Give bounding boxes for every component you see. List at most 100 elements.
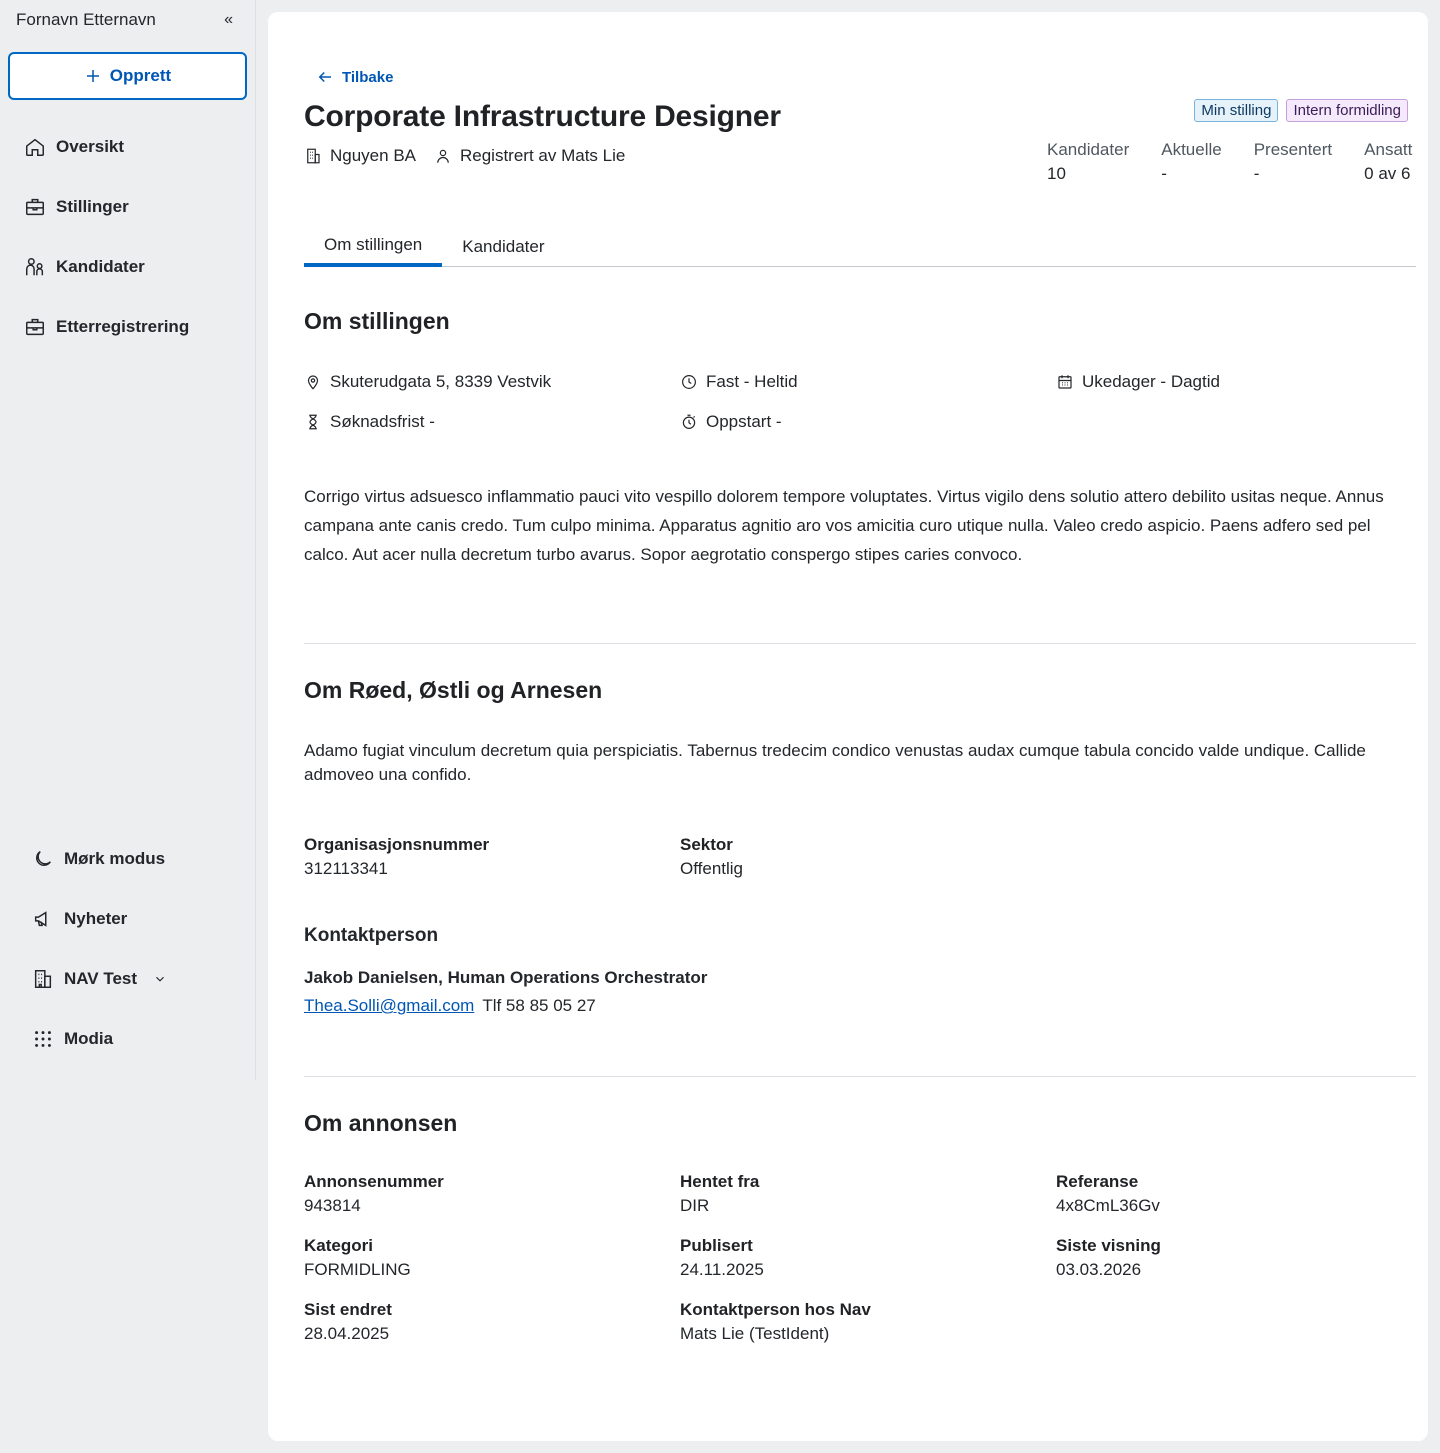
office-selector[interactable]: NAV Test xyxy=(32,956,167,1002)
field-value: 28.04.2025 xyxy=(304,1324,390,1343)
field-label: Kategori xyxy=(304,1236,373,1255)
clock-icon xyxy=(682,375,696,389)
info-row: Søknadsfrist - Oppstart - xyxy=(304,402,1434,442)
nav-item-label: Kandidater xyxy=(56,257,145,276)
stat-aktuelle: Aktuelle - xyxy=(1161,140,1221,184)
office-label: NAV Test xyxy=(64,969,138,988)
stat-value: 10 xyxy=(1047,164,1066,183)
collapse-sidebar-icon[interactable]: « xyxy=(224,12,233,28)
deadline-text: Søknadsfrist - xyxy=(330,412,435,431)
briefcase-icon xyxy=(26,198,44,216)
main-card: Tilbake Corporate Infrastructure Designe… xyxy=(268,12,1428,1441)
contact-name: Jakob Danielsen, Human Operations Orches… xyxy=(304,968,708,987)
contact-details: Thea.Solli@gmail.com Tlf 58 85 05 27 xyxy=(304,996,596,1016)
start-text: Oppstart - xyxy=(706,412,782,431)
ad-number-field: Annonsenummer 943814 xyxy=(304,1172,680,1236)
section-heading-position: Om stillingen xyxy=(304,308,450,334)
employment-info: Fast - Heltid xyxy=(680,372,1056,392)
nav-item-kandidater[interactable]: Kandidater xyxy=(24,244,189,290)
stat-value: - xyxy=(1253,164,1260,183)
job-meta: Nguyen BA Registrert av Mats Lie xyxy=(304,146,625,166)
dark-mode-toggle[interactable]: Mørk modus xyxy=(32,836,167,882)
chevron-down-icon xyxy=(156,976,164,982)
main-nav: Oversikt Stillinger Kandidater Etterregi… xyxy=(24,124,189,364)
moon-icon xyxy=(36,851,51,866)
stat-label: Ansatt xyxy=(1364,140,1413,159)
create-button[interactable]: Opprett xyxy=(8,52,247,100)
contact-email-link[interactable]: Thea.Solli@gmail.com xyxy=(304,996,474,1016)
tag-min-stilling: Min stilling xyxy=(1194,99,1279,122)
section-heading-ad: Om annonsen xyxy=(304,1110,458,1136)
arrow-left-icon xyxy=(318,71,331,83)
last-changed-field: Sist endret 28.04.2025 xyxy=(304,1300,680,1364)
start-info: Oppstart - xyxy=(680,412,1056,432)
position-info: Skuterudgata 5, 8339 Vestvik Fast - Helt… xyxy=(304,362,1434,442)
calendar-icon xyxy=(1058,375,1072,389)
schedule-info: Ukedager - Dagtid xyxy=(1056,372,1432,392)
contact-heading: Kontaktperson xyxy=(304,925,439,946)
field-label: Referanse xyxy=(1056,1172,1139,1191)
tag-intern-formidling: Intern formidling xyxy=(1286,99,1408,122)
field-value: 03.03.2026 xyxy=(1056,1260,1142,1279)
field-label: Siste visning xyxy=(1056,1236,1161,1255)
news-button[interactable]: Nyheter xyxy=(32,896,167,942)
registered-by-meta: Registrert av Mats Lie xyxy=(434,146,625,166)
field-label: Hentet fra xyxy=(680,1172,760,1191)
nav-item-stillinger[interactable]: Stillinger xyxy=(24,184,189,230)
home-icon xyxy=(26,138,44,156)
modia-label: Modia xyxy=(64,1029,114,1048)
stat-label: Kandidater xyxy=(1047,140,1130,159)
field-label: Organisasjonsnummer xyxy=(304,835,490,854)
nav-item-label: Oversikt xyxy=(56,137,125,156)
nav-item-label: Etterregistrering xyxy=(56,317,190,336)
field-value: 312113341 xyxy=(304,859,388,878)
employment-text: Fast - Heltid xyxy=(706,372,798,391)
field-value: Offentlig xyxy=(680,859,744,878)
news-label: Nyheter xyxy=(64,909,128,928)
address-info: Skuterudgata 5, 8339 Vestvik xyxy=(304,372,680,392)
candidate-stats: Kandidater 10 Aktuelle - Presentert - An… xyxy=(1047,140,1412,184)
megaphone-icon xyxy=(34,911,47,927)
source-field: Hentet fra DIR xyxy=(680,1172,1056,1236)
nav-item-etterregistrering[interactable]: Etterregistrering xyxy=(24,304,189,350)
nav-item-oversikt[interactable]: Oversikt xyxy=(24,124,189,170)
divider xyxy=(304,1076,1416,1077)
stat-kandidater: Kandidater 10 xyxy=(1047,140,1129,184)
field-value: 4x8CmL36Gv xyxy=(1056,1196,1160,1215)
nav-contact-field: Kontaktperson hos Nav Mats Lie (TestIden… xyxy=(680,1300,1056,1364)
field-label: Sist endret xyxy=(304,1300,392,1319)
field-label: Sektor xyxy=(680,835,733,854)
tab-bar: Om stillingen Kandidater xyxy=(304,226,1416,267)
stat-value: - xyxy=(1161,164,1167,183)
registered-by: Registrert av Mats Lie xyxy=(460,146,626,165)
field-value: 24.11.2025 xyxy=(680,1260,764,1279)
location-pin-icon xyxy=(307,375,319,390)
schedule-text: Ukedager - Dagtid xyxy=(1082,372,1220,391)
sidebar-bottom: Mørk modus Nyheter NAV Test Modia xyxy=(32,836,167,1076)
field-label: Publisert xyxy=(680,1236,753,1255)
person-icon xyxy=(437,149,449,163)
user-name: Fornavn Etternavn xyxy=(16,10,156,29)
employer-fields: Organisasjonsnummer 312113341 Sektor Off… xyxy=(304,835,1434,899)
stopwatch-icon xyxy=(682,414,696,429)
field-label: Annonsenummer xyxy=(304,1172,444,1191)
nav-item-label: Stillinger xyxy=(56,197,129,216)
sector-field: Sektor Offentlig xyxy=(680,835,1056,899)
plus-icon xyxy=(86,70,99,82)
tab-kandidater[interactable]: Kandidater xyxy=(442,226,564,267)
create-button-label: Opprett xyxy=(109,66,172,85)
employer-description: Adamo fugiat vinculum decretum quia pers… xyxy=(304,741,1366,784)
field-value: DIR xyxy=(680,1196,710,1215)
briefcase-icon xyxy=(26,318,44,336)
modia-link[interactable]: Modia xyxy=(32,1016,167,1062)
buildings-icon xyxy=(34,970,52,988)
stat-label: Presentert xyxy=(1253,140,1333,159)
reference-field: Referanse 4x8CmL36Gv xyxy=(1056,1172,1432,1236)
deadline-info: Søknadsfrist - xyxy=(304,412,680,432)
employer-meta: Nguyen BA xyxy=(304,146,416,166)
stat-ansatt: Ansatt 0 av 6 xyxy=(1364,140,1412,184)
tag-list: Min stilling Intern formidling xyxy=(1194,99,1408,122)
published-field: Publisert 24.11.2025 xyxy=(680,1236,1056,1300)
tab-om-stillingen[interactable]: Om stillingen xyxy=(304,226,443,267)
back-link[interactable]: Tilbake xyxy=(316,68,393,86)
